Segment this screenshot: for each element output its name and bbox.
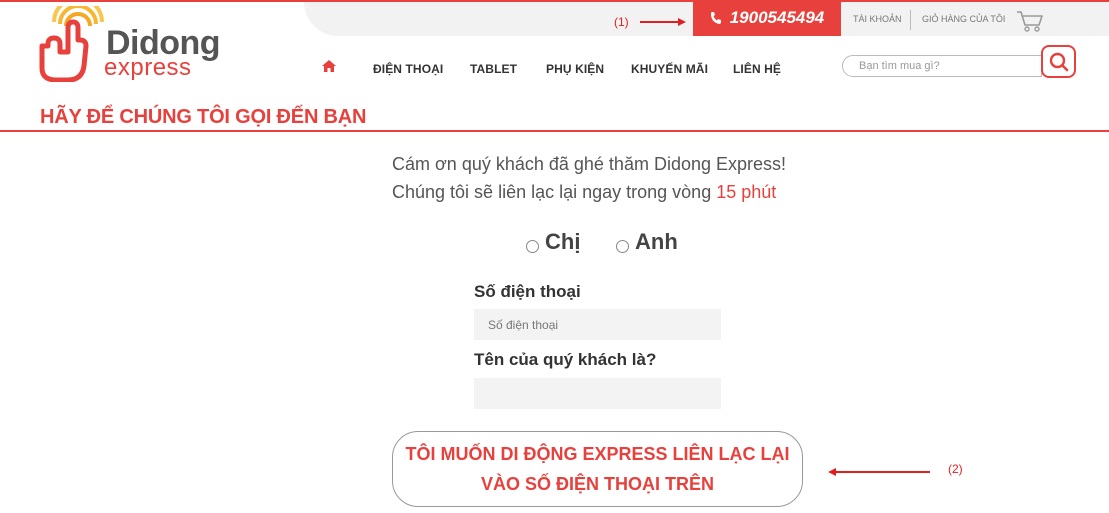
title-divider bbox=[0, 130, 1109, 132]
search-input[interactable] bbox=[842, 55, 1042, 77]
topbar-divider bbox=[910, 10, 911, 30]
gender-option-anh[interactable]: Anh bbox=[616, 229, 678, 255]
radio-anh[interactable] bbox=[616, 239, 629, 253]
nav-item-phu-kien[interactable]: PHỤ KIỆN bbox=[546, 62, 604, 76]
hotline-number: 1900545494 bbox=[729, 8, 825, 27]
hotline-button[interactable]: 1900545494 bbox=[693, 0, 841, 36]
name-field[interactable] bbox=[474, 378, 721, 409]
search-button[interactable] bbox=[1041, 45, 1076, 78]
phone-label: Số điện thoại bbox=[474, 282, 581, 301]
annotation-2-label: (2) bbox=[948, 462, 963, 476]
intro-callback: Chúng tôi sẽ liên lạc lại ngay trong vòn… bbox=[392, 182, 776, 203]
radio-chi-label: Chị bbox=[545, 229, 581, 254]
intro-callback-time: 15 phút bbox=[716, 182, 777, 202]
annotation-1-arrow-head bbox=[678, 18, 686, 26]
annotation-2-arrow-line bbox=[835, 471, 930, 473]
nav-item-khuyen-mai[interactable]: KHUYẾN MÃI bbox=[631, 62, 708, 76]
hand-signal-icon bbox=[39, 6, 104, 82]
intro-thanks: Cám ơn quý khách đã ghé thăm Didong Expr… bbox=[392, 154, 787, 174]
annotation-1-label: (1) bbox=[614, 15, 629, 29]
cart-link[interactable]: GIỎ HÀNG CỦA TÔI bbox=[922, 14, 1005, 24]
nav-item-tablet[interactable]: TABLET bbox=[470, 62, 517, 76]
gender-option-chi[interactable]: Chị bbox=[526, 229, 580, 255]
radio-anh-label: Anh bbox=[635, 229, 678, 254]
site-logo[interactable]: Didong express bbox=[38, 6, 258, 84]
submit-callback-button[interactable]: TÔI MUỐN DI ĐỘNG EXPRESS LIÊN LẠC LẠI VÀ… bbox=[392, 431, 803, 507]
submit-line-1: TÔI MUỐN DI ĐỘNG EXPRESS LIÊN LẠC LẠI bbox=[405, 444, 790, 464]
phone-field[interactable] bbox=[474, 309, 721, 340]
phone-icon bbox=[710, 12, 721, 24]
account-link[interactable]: TÀI KHOẢN bbox=[853, 14, 902, 24]
home-icon[interactable] bbox=[321, 59, 337, 73]
intro-callback-text: Chúng tôi sẽ liên lạc lại ngay trong vòn… bbox=[392, 182, 717, 202]
page-title: HÃY ĐỂ CHÚNG TÔI GỌI ĐẾN BẠN bbox=[40, 106, 367, 128]
submit-line-2: VÀO SỐ ĐIỆN THOẠI TRÊN bbox=[480, 474, 714, 494]
annotation-1-arrow-line bbox=[640, 21, 680, 23]
name-label: Tên của quý khách là? bbox=[474, 350, 657, 369]
cart-icon[interactable] bbox=[1016, 10, 1044, 32]
top-border bbox=[0, 0, 1109, 2]
search-icon bbox=[1049, 52, 1068, 71]
nav-item-dien-thoai[interactable]: ĐIỆN THOẠI bbox=[373, 62, 443, 76]
radio-chi[interactable] bbox=[526, 239, 539, 253]
nav-item-lien-he[interactable]: LIÊN HỆ bbox=[733, 62, 781, 76]
logo-subtext: express bbox=[104, 54, 192, 81]
